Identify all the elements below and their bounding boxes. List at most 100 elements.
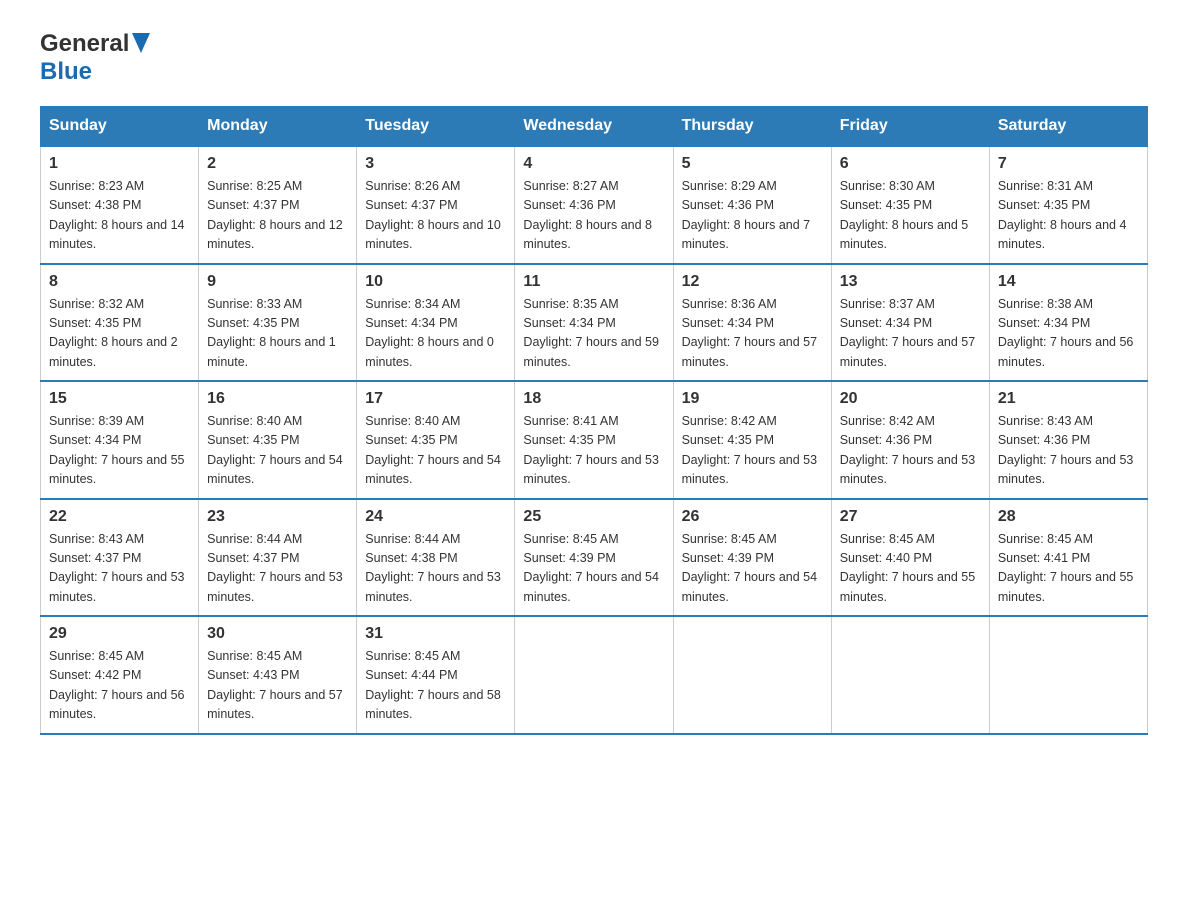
- calendar-cell: 18 Sunrise: 8:41 AMSunset: 4:35 PMDayligh…: [515, 381, 673, 499]
- calendar-cell: 1Sunrise: 8:23 AMSunset: 4:38 PMDaylight…: [41, 146, 199, 264]
- calendar-cell: 11Sunrise: 8:35 AMSunset: 4:34 PMDayligh…: [515, 264, 673, 382]
- day-info: Sunrise: 8:30 AMSunset: 4:35 PMDaylight:…: [840, 179, 969, 251]
- weekday-header-monday: Monday: [199, 107, 357, 147]
- weekday-header-sunday: Sunday: [41, 107, 199, 147]
- weekday-header-tuesday: Tuesday: [357, 107, 515, 147]
- day-info: Sunrise: 8:42 AMSunset: 4:35 PMDaylight:…: [682, 414, 818, 486]
- day-info: Sunrise: 8:25 AMSunset: 4:37 PMDaylight:…: [207, 179, 343, 251]
- calendar-cell: [831, 616, 989, 734]
- day-info: Sunrise: 8:41 AMSunset: 4:35 PMDaylight:…: [523, 414, 659, 486]
- calendar-week-2: 8Sunrise: 8:32 AMSunset: 4:35 PMDaylight…: [41, 264, 1148, 382]
- day-number: 17: [365, 390, 506, 408]
- calendar-cell: 31Sunrise: 8:45 AMSunset: 4:44 PMDayligh…: [357, 616, 515, 734]
- weekday-header-friday: Friday: [831, 107, 989, 147]
- day-info: Sunrise: 8:36 AMSunset: 4:34 PMDaylight:…: [682, 297, 818, 369]
- calendar-week-5: 29Sunrise: 8:45 AMSunset: 4:42 PMDayligh…: [41, 616, 1148, 734]
- calendar-cell: [673, 616, 831, 734]
- logo-general: General: [40, 30, 129, 58]
- calendar-cell: 13 Sunrise: 8:37 AMSunset: 4:34 PMDayligh…: [831, 264, 989, 382]
- day-info: Sunrise: 8:29 AMSunset: 4:36 PMDaylight:…: [682, 179, 811, 251]
- calendar-week-1: 1Sunrise: 8:23 AMSunset: 4:38 PMDaylight…: [41, 146, 1148, 264]
- day-number: 8: [49, 273, 190, 291]
- calendar-cell: 17 Sunrise: 8:40 AMSunset: 4:35 PMDayligh…: [357, 381, 515, 499]
- day-info: Sunrise: 8:45 AMSunset: 4:44 PMDaylight:…: [365, 649, 501, 721]
- day-number: 19: [682, 390, 823, 408]
- day-info: Sunrise: 8:43 AMSunset: 4:37 PMDaylight:…: [49, 532, 185, 604]
- day-number: 4: [523, 155, 664, 173]
- day-number: 18: [523, 390, 664, 408]
- day-number: 30: [207, 625, 348, 643]
- day-info: Sunrise: 8:43 AMSunset: 4:36 PMDaylight:…: [998, 414, 1134, 486]
- calendar-cell: 28Sunrise: 8:45 AMSunset: 4:41 PMDayligh…: [989, 499, 1147, 617]
- day-info: Sunrise: 8:44 AMSunset: 4:37 PMDaylight:…: [207, 532, 343, 604]
- day-number: 9: [207, 273, 348, 291]
- day-info: Sunrise: 8:45 AMSunset: 4:43 PMDaylight:…: [207, 649, 343, 721]
- day-number: 25: [523, 508, 664, 526]
- day-info: Sunrise: 8:39 AMSunset: 4:34 PMDaylight:…: [49, 414, 185, 486]
- calendar-cell: 7Sunrise: 8:31 AMSunset: 4:35 PMDaylight…: [989, 146, 1147, 264]
- day-info: Sunrise: 8:34 AMSunset: 4:34 PMDaylight:…: [365, 297, 494, 369]
- calendar-cell: 24Sunrise: 8:44 AMSunset: 4:38 PMDayligh…: [357, 499, 515, 617]
- calendar-cell: 26Sunrise: 8:45 AMSunset: 4:39 PMDayligh…: [673, 499, 831, 617]
- day-info: Sunrise: 8:33 AMSunset: 4:35 PMDaylight:…: [207, 297, 336, 369]
- day-number: 16: [207, 390, 348, 408]
- calendar-cell: 20Sunrise: 8:42 AMSunset: 4:36 PMDayligh…: [831, 381, 989, 499]
- calendar-week-3: 15 Sunrise: 8:39 AMSunset: 4:34 PMDayligh…: [41, 381, 1148, 499]
- calendar-cell: 6 Sunrise: 8:30 AMSunset: 4:35 PMDaylight…: [831, 146, 989, 264]
- day-number: 21: [998, 390, 1139, 408]
- calendar-cell: 15 Sunrise: 8:39 AMSunset: 4:34 PMDayligh…: [41, 381, 199, 499]
- weekday-header-thursday: Thursday: [673, 107, 831, 147]
- day-number: 24: [365, 508, 506, 526]
- calendar-header: SundayMondayTuesdayWednesdayThursdayFrid…: [41, 107, 1148, 147]
- day-number: 2: [207, 155, 348, 173]
- calendar-body: 1Sunrise: 8:23 AMSunset: 4:38 PMDaylight…: [41, 146, 1148, 734]
- calendar-cell: 19 Sunrise: 8:42 AMSunset: 4:35 PMDayligh…: [673, 381, 831, 499]
- calendar-cell: 4Sunrise: 8:27 AMSunset: 4:36 PMDaylight…: [515, 146, 673, 264]
- calendar-cell: [989, 616, 1147, 734]
- day-number: 27: [840, 508, 981, 526]
- calendar-cell: 5 Sunrise: 8:29 AMSunset: 4:36 PMDaylight…: [673, 146, 831, 264]
- day-info: Sunrise: 8:40 AMSunset: 4:35 PMDaylight:…: [365, 414, 501, 486]
- header-row: SundayMondayTuesdayWednesdayThursdayFrid…: [41, 107, 1148, 147]
- weekday-header-saturday: Saturday: [989, 107, 1147, 147]
- calendar-cell: 22 Sunrise: 8:43 AMSunset: 4:37 PMDayligh…: [41, 499, 199, 617]
- logo-blue: Blue: [40, 58, 92, 85]
- calendar-cell: 9 Sunrise: 8:33 AMSunset: 4:35 PMDaylight…: [199, 264, 357, 382]
- calendar-week-4: 22 Sunrise: 8:43 AMSunset: 4:37 PMDayligh…: [41, 499, 1148, 617]
- calendar-cell: 14Sunrise: 8:38 AMSunset: 4:34 PMDayligh…: [989, 264, 1147, 382]
- calendar-cell: 3Sunrise: 8:26 AMSunset: 4:37 PMDaylight…: [357, 146, 515, 264]
- day-info: Sunrise: 8:45 AMSunset: 4:40 PMDaylight:…: [840, 532, 976, 604]
- calendar-cell: 12 Sunrise: 8:36 AMSunset: 4:34 PMDayligh…: [673, 264, 831, 382]
- day-number: 7: [998, 155, 1139, 173]
- day-number: 5: [682, 155, 823, 173]
- day-info: Sunrise: 8:45 AMSunset: 4:39 PMDaylight:…: [682, 532, 818, 604]
- day-number: 12: [682, 273, 823, 291]
- logo: General Blue: [40, 30, 150, 86]
- day-number: 6: [840, 155, 981, 173]
- calendar-cell: 8Sunrise: 8:32 AMSunset: 4:35 PMDaylight…: [41, 264, 199, 382]
- day-number: 13: [840, 273, 981, 291]
- calendar-cell: 29Sunrise: 8:45 AMSunset: 4:42 PMDayligh…: [41, 616, 199, 734]
- day-number: 15: [49, 390, 190, 408]
- logo-arrow-icon: [132, 33, 150, 58]
- calendar-cell: 27 Sunrise: 8:45 AMSunset: 4:40 PMDayligh…: [831, 499, 989, 617]
- calendar-cell: 16 Sunrise: 8:40 AMSunset: 4:35 PMDayligh…: [199, 381, 357, 499]
- day-number: 10: [365, 273, 506, 291]
- calendar-cell: 21 Sunrise: 8:43 AMSunset: 4:36 PMDayligh…: [989, 381, 1147, 499]
- calendar-cell: [515, 616, 673, 734]
- day-number: 23: [207, 508, 348, 526]
- day-info: Sunrise: 8:38 AMSunset: 4:34 PMDaylight:…: [998, 297, 1134, 369]
- day-info: Sunrise: 8:45 AMSunset: 4:39 PMDaylight:…: [523, 532, 659, 604]
- day-number: 11: [523, 273, 664, 291]
- day-info: Sunrise: 8:37 AMSunset: 4:34 PMDaylight:…: [840, 297, 976, 369]
- day-number: 29: [49, 625, 190, 643]
- day-info: Sunrise: 8:40 AMSunset: 4:35 PMDaylight:…: [207, 414, 343, 486]
- calendar-cell: 25 Sunrise: 8:45 AMSunset: 4:39 PMDayligh…: [515, 499, 673, 617]
- day-info: Sunrise: 8:45 AMSunset: 4:41 PMDaylight:…: [998, 532, 1134, 604]
- day-info: Sunrise: 8:42 AMSunset: 4:36 PMDaylight:…: [840, 414, 976, 486]
- day-info: Sunrise: 8:23 AMSunset: 4:38 PMDaylight:…: [49, 179, 185, 251]
- calendar-cell: 23 Sunrise: 8:44 AMSunset: 4:37 PMDayligh…: [199, 499, 357, 617]
- day-number: 22: [49, 508, 190, 526]
- page-header: General Blue: [40, 30, 1148, 86]
- day-info: Sunrise: 8:26 AMSunset: 4:37 PMDaylight:…: [365, 179, 501, 251]
